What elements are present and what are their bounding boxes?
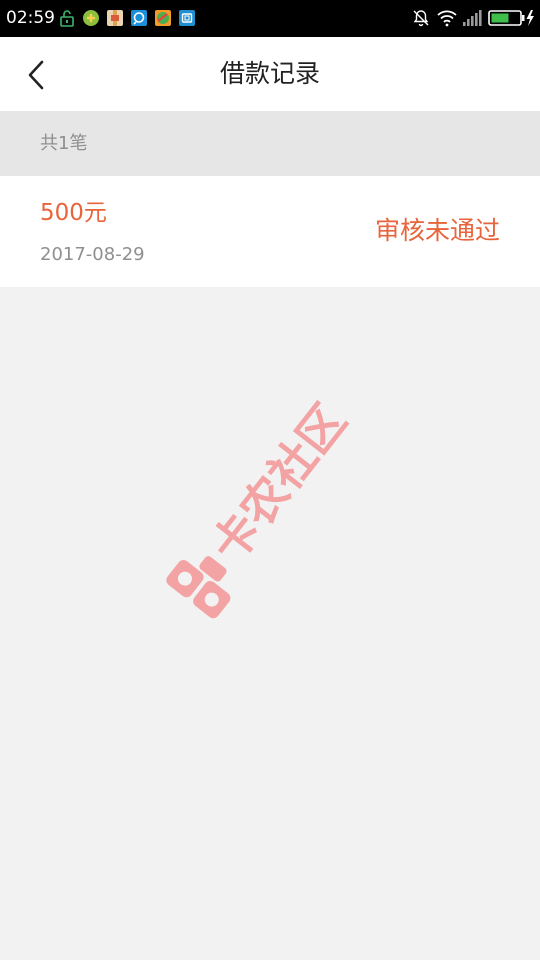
- watermark: 卡农社区: [160, 330, 400, 630]
- header: 借款记录: [0, 37, 540, 111]
- signal-icon: [463, 10, 482, 26]
- mute-bell-icon: [413, 10, 429, 27]
- list-item[interactable]: 500元 2017-08-29 审核未通过: [0, 176, 540, 287]
- loan-amount: 500元: [40, 200, 107, 226]
- package-app-icon: [107, 10, 123, 26]
- status-bar: 02:59: [0, 0, 540, 37]
- screenshot-app-icon: [179, 10, 195, 26]
- browser-app-icon: [155, 10, 171, 26]
- battery-charging-icon: [488, 10, 534, 26]
- record-count: 共1笔: [40, 133, 88, 154]
- back-chevron-icon: [28, 60, 44, 90]
- watermark-logo-icon: 卡农社区: [166, 394, 357, 619]
- status-time: 02:59: [6, 8, 55, 28]
- loan-date: 2017-08-29: [40, 244, 145, 265]
- chat-app-icon: [131, 10, 147, 26]
- status-badge: 审核未通过: [374, 216, 500, 245]
- watermark-text: 卡农社区: [201, 394, 357, 572]
- summary-bar: 共1笔: [0, 111, 540, 176]
- lock-notification-icon: [60, 10, 74, 27]
- page-title: 借款记录: [219, 59, 320, 88]
- back-button[interactable]: [22, 57, 54, 93]
- wifi-icon: [437, 10, 457, 27]
- leaf-app-icon: [83, 10, 99, 26]
